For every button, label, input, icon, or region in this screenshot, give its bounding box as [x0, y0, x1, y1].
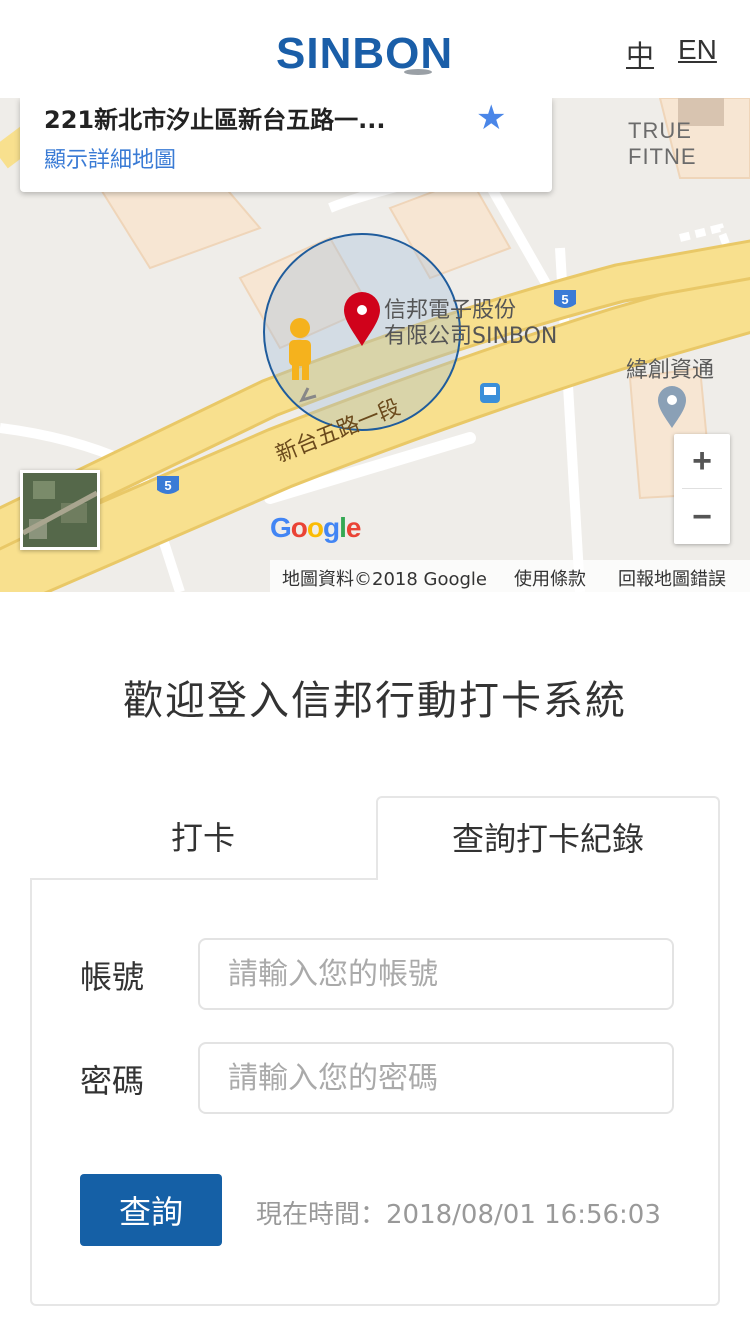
svg-text:5: 5 — [561, 292, 568, 307]
place-address: 221新北市汐止區新台五路一... — [44, 106, 386, 134]
place-info-card: 221新北市汐止區新台五路一... 顯示詳細地圖 ★ — [20, 98, 552, 192]
tab-punch[interactable]: 打卡 — [30, 796, 376, 880]
query-form-panel: 帳號 密碼 查詢 現在時間：2018/08/01 16:56:03 — [30, 878, 720, 1306]
satellite-toggle[interactable] — [20, 470, 100, 550]
sinbon-logo[interactable]: SINBON — [276, 30, 476, 76]
svg-text:5: 5 — [164, 478, 171, 493]
view-larger-map-link[interactable]: 顯示詳細地圖 — [44, 142, 176, 174]
map-attribution: 地圖資料©2018 Google 使用條款 回報地圖錯誤 — [270, 560, 750, 592]
place-label-fitness[interactable]: TRUE FITNE — [628, 118, 750, 170]
account-label: 帳號 — [80, 958, 145, 996]
zoom-out-button[interactable]: − — [674, 490, 730, 544]
place-label-wistron[interactable]: 緯創資通 — [626, 358, 714, 384]
lang-zh-link[interactable]: 中 — [626, 34, 654, 74]
tab-bar: 打卡 查詢打卡紀錄 — [30, 796, 720, 880]
lang-en-link[interactable]: EN — [678, 34, 717, 66]
star-icon[interactable]: ★ — [476, 98, 506, 138]
route-5-shield-b: 5 — [157, 476, 179, 494]
query-button[interactable]: 查詢 — [80, 1174, 222, 1246]
tab-query-records[interactable]: 查詢打卡紀錄 — [376, 796, 720, 880]
google-map[interactable]: 5 5 221新北市汐止區新台五路一... 顯示詳細地圖 ★ 信邦電子股份 有限… — [0, 98, 750, 592]
zoom-divider — [682, 488, 722, 489]
logo-text: SINBON — [276, 30, 453, 76]
bus-stop-icon — [480, 383, 500, 403]
report-error-link[interactable]: 回報地圖錯誤 — [618, 565, 726, 591]
password-input[interactable] — [198, 1042, 674, 1114]
map-data-credit: 地圖資料©2018 Google — [282, 569, 488, 590]
zoom-control: + − — [674, 434, 730, 544]
account-input[interactable] — [198, 938, 674, 1010]
app-header: SINBON 中 EN — [0, 0, 750, 98]
google-logo[interactable]: Google — [270, 512, 361, 544]
terms-link[interactable]: 使用條款 — [514, 565, 586, 591]
password-label: 密碼 — [80, 1062, 145, 1100]
current-time-text: 現在時間：2018/08/01 16:56:03 — [256, 1200, 661, 1230]
place-label-sinbon[interactable]: 信邦電子股份 有限公司SINBON — [384, 298, 557, 350]
welcome-title: 歡迎登入信邦行動打卡系統 — [123, 678, 627, 724]
zoom-in-button[interactable]: + — [674, 434, 730, 488]
